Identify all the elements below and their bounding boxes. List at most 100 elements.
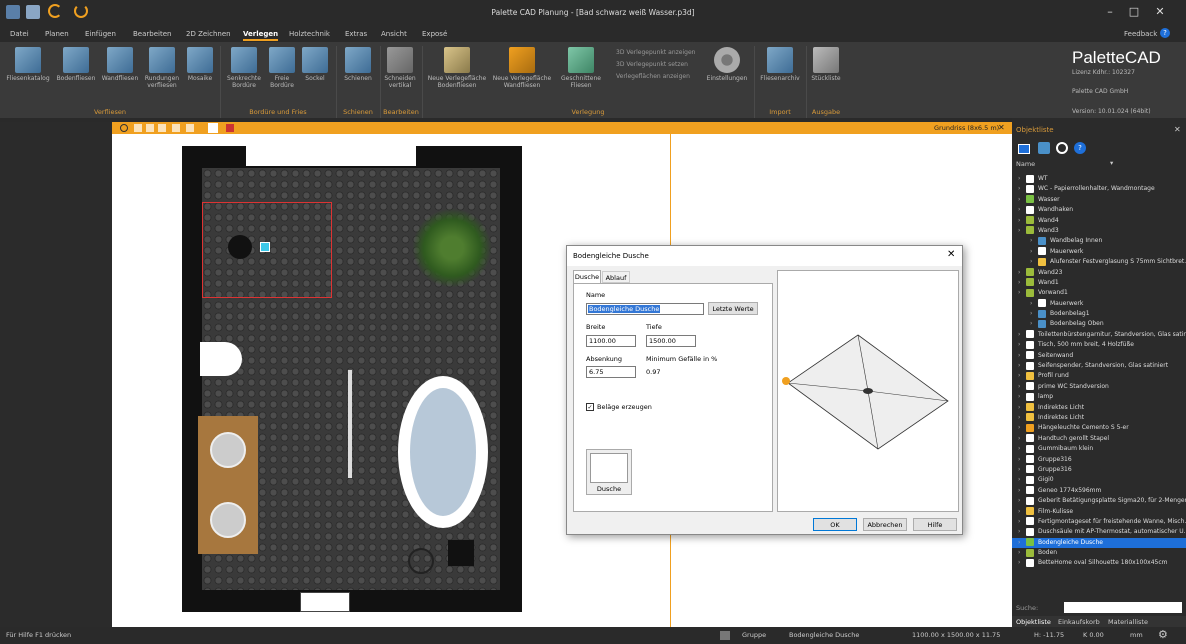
tree-item[interactable]: › lamp bbox=[1012, 392, 1186, 402]
mosaike-button[interactable]: Mosaike bbox=[184, 47, 216, 82]
view-icon-1[interactable] bbox=[134, 124, 142, 132]
tree-item[interactable]: › Gruppe316 bbox=[1012, 455, 1186, 465]
tree-item[interactable]: › Film-Kulisse bbox=[1012, 507, 1186, 517]
expand-icon[interactable]: › bbox=[1018, 392, 1026, 402]
tab-materialliste[interactable]: Materialliste bbox=[1108, 618, 1148, 626]
expand-icon[interactable]: › bbox=[1018, 496, 1026, 506]
close-button[interactable]: ✕ bbox=[1150, 4, 1170, 20]
expand-icon[interactable]: › bbox=[1018, 465, 1026, 475]
drop-input[interactable] bbox=[586, 366, 636, 378]
fliesenkatalog-button[interactable]: Fliesenkatalog bbox=[4, 47, 52, 82]
tree-item[interactable]: › Toilettenbürstengarnitur, Standversion,… bbox=[1012, 330, 1186, 340]
expand-icon[interactable]: › bbox=[1018, 548, 1026, 558]
tree-item[interactable]: › Boden bbox=[1012, 548, 1186, 558]
expand-icon[interactable]: › bbox=[1018, 216, 1026, 226]
expand-icon[interactable]: › bbox=[1018, 558, 1026, 568]
tree-item[interactable]: › Bodenbelag Oben bbox=[1012, 319, 1186, 329]
close-view-icon[interactable]: ✕ bbox=[998, 123, 1005, 132]
stueckliste-button[interactable]: Stückliste bbox=[810, 47, 842, 82]
tag-icon[interactable] bbox=[1038, 142, 1050, 154]
menu-ansicht[interactable]: Ansicht bbox=[381, 30, 407, 38]
expand-icon[interactable]: › bbox=[1018, 351, 1026, 361]
view-icon-3[interactable] bbox=[158, 124, 166, 132]
menu-extras[interactable]: Extras bbox=[345, 30, 367, 38]
tree-item[interactable]: › Alufenster Festverglasung S 75mm Sichtb… bbox=[1012, 257, 1186, 267]
tree-item[interactable]: › Wandhaken bbox=[1012, 205, 1186, 215]
tree-item[interactable]: › Gigi0 bbox=[1012, 475, 1186, 485]
set-3d-point-button[interactable]: 3D Verlegepunkt setzen bbox=[616, 59, 695, 71]
tree-item[interactable]: › WT bbox=[1012, 174, 1186, 184]
show-3d-point-button[interactable]: 3D Verlegepunkt anzeigen bbox=[616, 47, 695, 59]
column-name[interactable]: Name bbox=[1016, 160, 1035, 168]
tree-item[interactable]: › Seitenwand bbox=[1012, 351, 1186, 361]
expand-icon[interactable]: › bbox=[1018, 455, 1026, 465]
tree-item[interactable]: › Wand4 bbox=[1012, 216, 1186, 226]
expand-icon[interactable]: › bbox=[1018, 205, 1026, 215]
expand-icon[interactable]: › bbox=[1018, 434, 1026, 444]
tree-item[interactable]: › Gummibaum klein bbox=[1012, 444, 1186, 454]
tab-dusche[interactable]: Dusche bbox=[573, 270, 601, 283]
fliesenarchiv-button[interactable]: Fliesenarchiv bbox=[758, 47, 802, 82]
menu-holztechnik[interactable]: Holztechnik bbox=[289, 30, 330, 38]
color-icon[interactable] bbox=[226, 124, 234, 132]
rundungen-button[interactable]: Rundungen verfliesen bbox=[142, 47, 182, 89]
einstellungen-button[interactable]: Einstellungen bbox=[704, 47, 750, 82]
tree-item[interactable]: › Hängeleuchte Cemento S 5-er bbox=[1012, 423, 1186, 433]
depth-input[interactable] bbox=[646, 335, 696, 347]
refresh-list-icon[interactable] bbox=[1056, 142, 1068, 154]
senkrechte-bordure-button[interactable]: Senkrechte Bordüre bbox=[224, 47, 264, 89]
expand-icon[interactable]: › bbox=[1018, 475, 1026, 485]
view-icon-4[interactable] bbox=[172, 124, 180, 132]
tree-item[interactable]: › Wasser bbox=[1012, 195, 1186, 205]
maximize-button[interactable]: □ bbox=[1124, 4, 1144, 20]
expand-icon[interactable]: › bbox=[1030, 319, 1038, 329]
expand-icon[interactable]: › bbox=[1018, 184, 1026, 194]
tab-ablauf[interactable]: Ablauf bbox=[602, 271, 630, 283]
tree-item[interactable]: › prime WC Standversion bbox=[1012, 382, 1186, 392]
last-values-button[interactable]: Letzte Werte bbox=[708, 302, 758, 315]
tree-item[interactable]: › Handtuch gerollt Stapel bbox=[1012, 434, 1186, 444]
sockel-button[interactable]: Sockel bbox=[300, 47, 330, 82]
expand-icon[interactable]: › bbox=[1018, 444, 1026, 454]
tree-item[interactable]: › WC - Papierrollenhalter, Wandmontage bbox=[1012, 184, 1186, 194]
freie-bordure-button[interactable]: Freie Bordüre bbox=[266, 47, 298, 89]
expand-icon[interactable]: › bbox=[1030, 299, 1038, 309]
tree-item[interactable]: › Indirektes Licht bbox=[1012, 413, 1186, 423]
tab-einkaufskorb[interactable]: Einkaufskorb bbox=[1058, 618, 1100, 626]
menu-verlegen[interactable]: Verlegen bbox=[243, 30, 279, 41]
menu-datei[interactable]: Datei bbox=[10, 30, 29, 38]
tree-item[interactable]: › Wand23 bbox=[1012, 268, 1186, 278]
menu-einfuegen[interactable]: Einfügen bbox=[85, 30, 116, 38]
tree-item[interactable]: › Vorwand1 bbox=[1012, 288, 1186, 298]
feedback-link[interactable]: Feedback bbox=[1124, 30, 1157, 38]
tree-item[interactable]: › Mauerwerk bbox=[1012, 247, 1186, 257]
tree-item[interactable]: › Bodenbelag1 bbox=[1012, 309, 1186, 319]
zoom-icon[interactable] bbox=[120, 124, 128, 132]
expand-icon[interactable]: › bbox=[1018, 174, 1026, 184]
help-list-icon[interactable]: ? bbox=[1074, 142, 1086, 154]
tree-item[interactable]: › Mauerwerk bbox=[1012, 299, 1186, 309]
checkbox-icon[interactable] bbox=[1018, 144, 1030, 154]
expand-icon[interactable]: › bbox=[1018, 538, 1026, 548]
ok-button[interactable]: OK bbox=[813, 518, 857, 531]
expand-icon[interactable]: › bbox=[1018, 278, 1026, 288]
expand-icon[interactable]: › bbox=[1018, 288, 1026, 298]
schienen-button[interactable]: Schienen bbox=[340, 47, 376, 82]
menu-expose[interactable]: Exposé bbox=[422, 30, 447, 38]
expand-icon[interactable]: › bbox=[1018, 226, 1026, 236]
column-dropdown-icon[interactable]: ▾ bbox=[1110, 159, 1113, 167]
expand-icon[interactable]: › bbox=[1030, 247, 1038, 257]
tab-objektliste[interactable]: Objektliste bbox=[1016, 618, 1051, 626]
settings-gear-icon[interactable]: ⚙ bbox=[1158, 628, 1168, 641]
expand-icon[interactable]: › bbox=[1018, 195, 1026, 205]
tree-item[interactable]: › Indirektes Licht bbox=[1012, 403, 1186, 413]
expand-icon[interactable]: › bbox=[1018, 340, 1026, 350]
help-icon[interactable]: ? bbox=[1160, 28, 1170, 38]
wandfliesen-button[interactable]: Wandfliesen bbox=[98, 47, 142, 82]
width-input[interactable] bbox=[586, 335, 636, 347]
neue-verlegeflaeche-wand-button[interactable]: Neue Verlegefläche Wandfliesen bbox=[490, 47, 554, 89]
panel-close-icon[interactable]: ✕ bbox=[1174, 125, 1181, 134]
view-icon-5[interactable] bbox=[186, 124, 194, 132]
tree-item[interactable]: › Geberit Betätigungsplatte Sigma20, für … bbox=[1012, 496, 1186, 506]
expand-icon[interactable]: › bbox=[1018, 371, 1026, 381]
